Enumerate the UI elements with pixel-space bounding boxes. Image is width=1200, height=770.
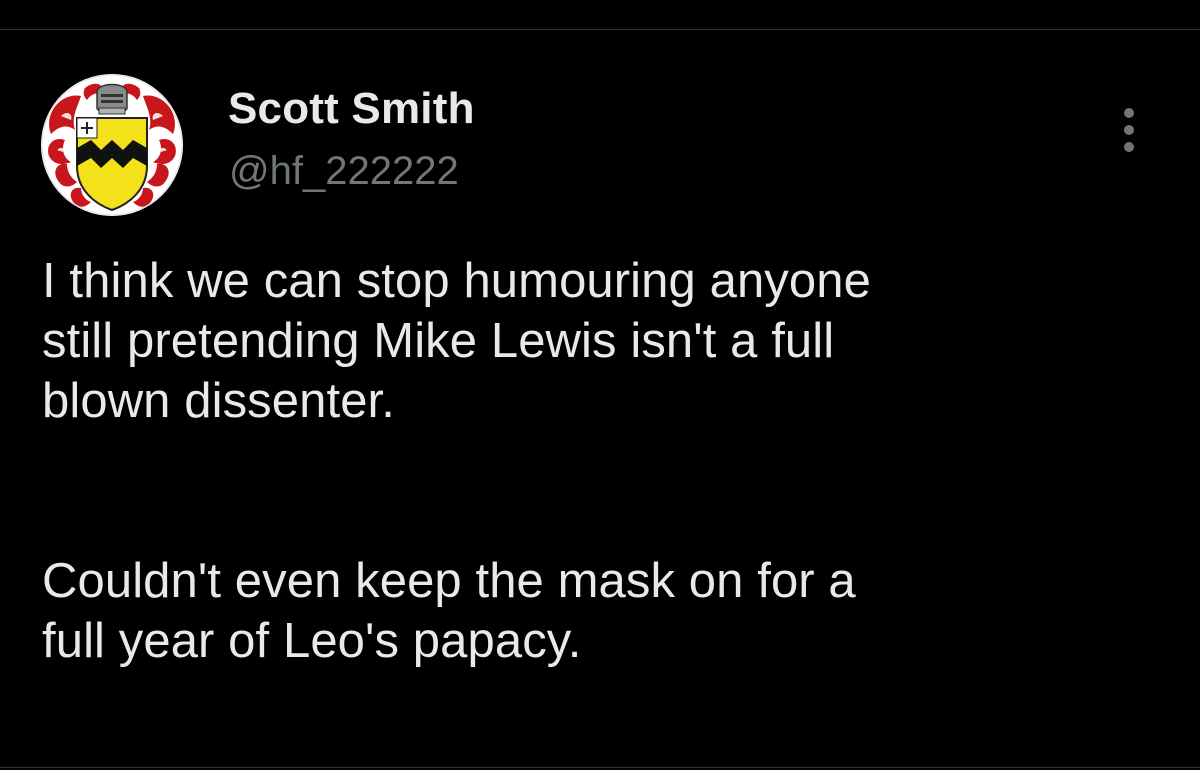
top-divider xyxy=(0,29,1200,30)
author-display-name[interactable]: Scott Smith xyxy=(228,84,475,134)
avatar[interactable] xyxy=(41,74,183,216)
more-options-button[interactable] xyxy=(1108,100,1152,160)
tweet-paragraph: I think we can stop humouring anyone sti… xyxy=(42,254,871,428)
tweet-text: I think we can stop humouring anyone sti… xyxy=(42,251,1172,671)
author-handle[interactable]: @hf_222222 xyxy=(229,148,459,194)
coat-of-arms-icon xyxy=(41,74,183,216)
bottom-divider xyxy=(0,767,1200,768)
tweet-paragraph: Couldn't even keep the mask on for a ful… xyxy=(42,554,856,668)
